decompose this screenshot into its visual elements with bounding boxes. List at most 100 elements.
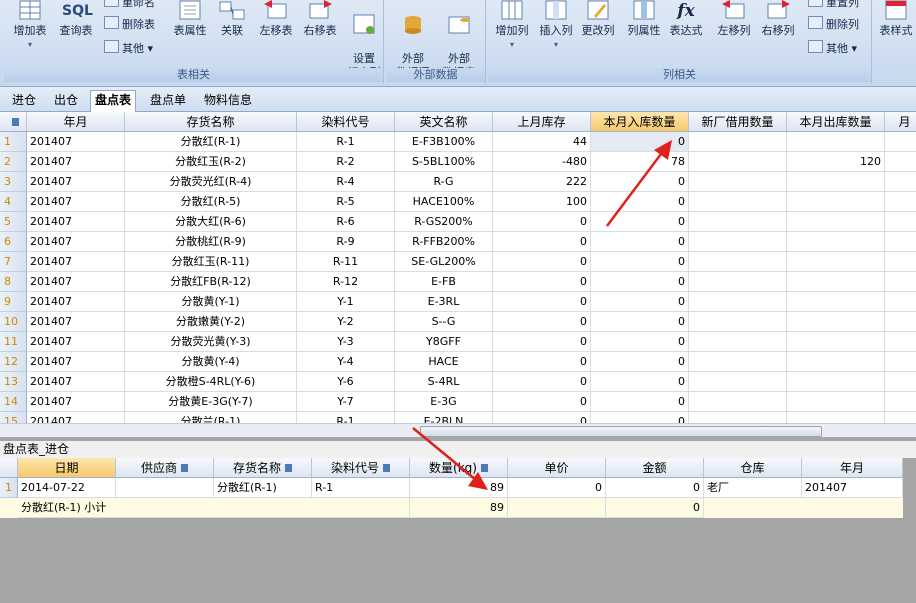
main-col-header[interactable]: 上月库存 bbox=[493, 112, 591, 132]
main-cell-ym[interactable]: 201407 bbox=[27, 372, 125, 392]
main-cell-borrow[interactable] bbox=[689, 212, 787, 232]
main-cell-code[interactable]: Y-3 bbox=[297, 332, 395, 352]
main-cell-ym[interactable]: 201407 bbox=[27, 192, 125, 212]
main-cell-name[interactable]: 分散红玉(R-11) bbox=[125, 252, 297, 272]
main-cell-in[interactable]: 78 bbox=[591, 152, 689, 172]
main-cell-in[interactable]: 0 bbox=[591, 192, 689, 212]
main-cell-out[interactable] bbox=[787, 192, 885, 212]
move-left-table-button[interactable]: 左移表 bbox=[254, 0, 298, 38]
main-cell-last[interactable]: 0 bbox=[493, 272, 591, 292]
main-cell-en[interactable]: R-G bbox=[395, 172, 493, 192]
main-cell-last[interactable]: 0 bbox=[493, 232, 591, 252]
main-cell-out[interactable] bbox=[787, 212, 885, 232]
col-prop-button[interactable]: 列属性 bbox=[622, 0, 666, 38]
main-cell-name[interactable]: 分散红(R-1) bbox=[125, 132, 297, 152]
main-cell-name[interactable]: 分散黄E-3G(Y-7) bbox=[125, 392, 297, 412]
main-cell-last[interactable]: 0 bbox=[493, 392, 591, 412]
row-number[interactable]: 12 bbox=[0, 352, 27, 372]
main-cell-borrow[interactable] bbox=[689, 252, 787, 272]
main-cell-out[interactable] bbox=[787, 392, 885, 412]
main-cell-ym[interactable]: 201407 bbox=[27, 212, 125, 232]
main-cell-en[interactable]: S--G bbox=[395, 312, 493, 332]
expr-button[interactable]: fx 表达式 bbox=[664, 0, 708, 38]
sub-col-header[interactable]: 存货名称 bbox=[214, 458, 312, 478]
main-cell-code[interactable]: R-11 bbox=[297, 252, 395, 272]
sub-col-header[interactable]: 单价 bbox=[508, 458, 606, 478]
main-cell-en[interactable]: R-GS200% bbox=[395, 212, 493, 232]
main-cell-en[interactable]: E-3G bbox=[395, 392, 493, 412]
main-col-header[interactable]: 英文名称 bbox=[395, 112, 493, 132]
main-cell-en[interactable]: S-5BL100% bbox=[395, 152, 493, 172]
main-cell-ym[interactable]: 201407 bbox=[27, 332, 125, 352]
main-cell-code[interactable]: R-6 bbox=[297, 212, 395, 232]
main-cell-borrow[interactable] bbox=[689, 392, 787, 412]
sub-cell-supplier[interactable] bbox=[116, 478, 214, 498]
sub-col-header[interactable]: 日期 bbox=[18, 458, 116, 478]
main-col-header[interactable]: 年月 bbox=[27, 112, 125, 132]
rename-button[interactable]: 重命名 bbox=[104, 0, 155, 12]
main-cell-extra[interactable] bbox=[885, 272, 916, 292]
main-col-header[interactable]: 新厂借用数量 bbox=[689, 112, 787, 132]
main-cell-name[interactable]: 分散黄(Y-1) bbox=[125, 292, 297, 312]
row-number[interactable]: 13 bbox=[0, 372, 27, 392]
main-cell-name[interactable]: 分散桃红(R-9) bbox=[125, 232, 297, 252]
main-cell-extra[interactable] bbox=[885, 172, 916, 192]
main-cell-code[interactable]: Y-7 bbox=[297, 392, 395, 412]
main-cell-name[interactable]: 分散荧光红(R-4) bbox=[125, 172, 297, 192]
main-cell-last[interactable]: 0 bbox=[493, 292, 591, 312]
main-cell-last[interactable]: 44 bbox=[493, 132, 591, 152]
main-cell-out[interactable] bbox=[787, 132, 885, 152]
main-cell-last[interactable]: 0 bbox=[493, 312, 591, 332]
sub-col-header[interactable]: 金额 bbox=[606, 458, 704, 478]
main-cell-out[interactable] bbox=[787, 372, 885, 392]
main-cell-extra[interactable] bbox=[885, 352, 916, 372]
table-prop-button[interactable]: 表属性 bbox=[168, 0, 212, 38]
other-table-button[interactable]: 其他 ▾ bbox=[104, 40, 153, 58]
main-cell-in[interactable]: 0 bbox=[591, 292, 689, 312]
tab-wuliao[interactable]: 物料信息 bbox=[200, 91, 256, 110]
main-cell-extra[interactable] bbox=[885, 372, 916, 392]
main-cell-ym[interactable]: 201407 bbox=[27, 312, 125, 332]
main-cell-code[interactable]: Y-4 bbox=[297, 352, 395, 372]
change-col-button[interactable]: 更改列 bbox=[576, 0, 620, 38]
relation-button[interactable]: 关联 bbox=[212, 0, 252, 38]
row-number[interactable]: 10 bbox=[0, 312, 27, 332]
main-cell-en[interactable]: E-F3B100% bbox=[395, 132, 493, 152]
sub-cell-name[interactable]: 分散红(R-1) bbox=[214, 478, 312, 498]
sub-row-number[interactable]: 1 bbox=[0, 478, 18, 498]
delete-table-button[interactable]: 删除表 bbox=[104, 16, 155, 34]
main-cell-out[interactable] bbox=[787, 172, 885, 192]
main-cell-borrow[interactable] bbox=[689, 272, 787, 292]
row-number[interactable]: 7 bbox=[0, 252, 27, 272]
tab-pandiandan[interactable]: 盘点单 bbox=[146, 91, 190, 110]
main-cell-in[interactable]: 0 bbox=[591, 392, 689, 412]
main-col-header[interactable]: 存货名称 bbox=[125, 112, 297, 132]
main-cell-out[interactable] bbox=[787, 312, 885, 332]
main-cell-in[interactable]: 0 bbox=[591, 352, 689, 372]
tab-jincang[interactable]: 进仓 bbox=[8, 91, 40, 110]
main-cell-borrow[interactable] bbox=[689, 172, 787, 192]
main-cell-borrow[interactable] bbox=[689, 372, 787, 392]
main-cell-code[interactable]: R-9 bbox=[297, 232, 395, 252]
main-cell-in[interactable]: 0 bbox=[591, 272, 689, 292]
main-cell-out[interactable] bbox=[787, 292, 885, 312]
main-horizontal-scrollbar[interactable] bbox=[0, 423, 916, 437]
main-col-header[interactable]: 染料代号 bbox=[297, 112, 395, 132]
main-cell-en[interactable]: HACE100% bbox=[395, 192, 493, 212]
sub-col-header[interactable]: 年月 bbox=[802, 458, 903, 478]
main-cell-en[interactable]: R-FFB200% bbox=[395, 232, 493, 252]
main-cell-en[interactable]: Y8GFF bbox=[395, 332, 493, 352]
main-cell-en[interactable]: SE-GL200% bbox=[395, 252, 493, 272]
sub-grid-corner[interactable] bbox=[0, 458, 18, 478]
main-cell-code[interactable]: R-1 bbox=[297, 132, 395, 152]
main-cell-extra[interactable] bbox=[885, 252, 916, 272]
sub-col-header[interactable]: 供应商 bbox=[116, 458, 214, 478]
main-cell-ym[interactable]: 201407 bbox=[27, 292, 125, 312]
main-cell-en[interactable]: E-3RL bbox=[395, 292, 493, 312]
query-table-button[interactable]: SQL 查询表 bbox=[54, 0, 98, 38]
row-number[interactable]: 3 bbox=[0, 172, 27, 192]
main-cell-ym[interactable]: 201407 bbox=[27, 132, 125, 152]
sub-cell-ym[interactable]: 201407 bbox=[802, 478, 903, 498]
main-cell-ym[interactable]: 201407 bbox=[27, 232, 125, 252]
main-cell-borrow[interactable] bbox=[689, 312, 787, 332]
